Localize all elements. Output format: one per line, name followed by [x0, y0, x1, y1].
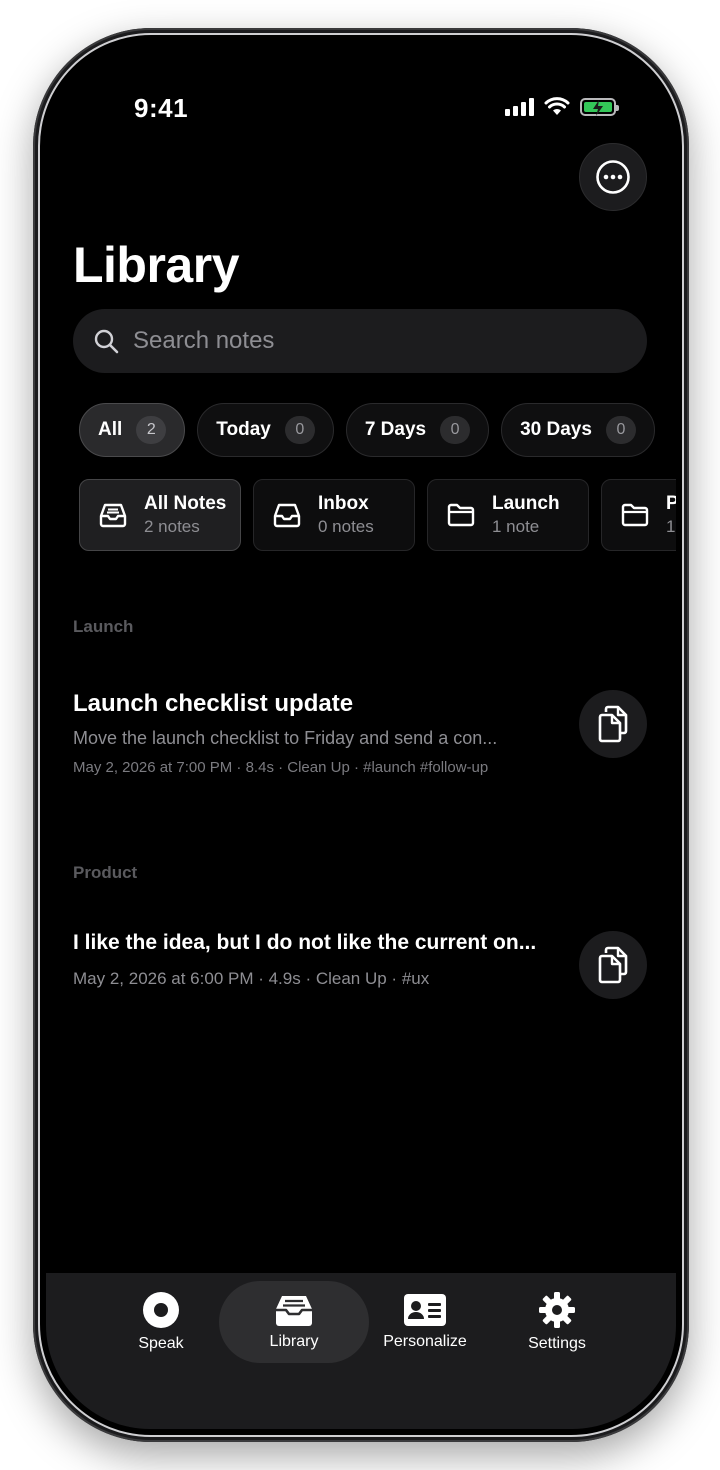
note-row[interactable]: Launch checklist update Move the launch …	[73, 690, 647, 780]
folder-icon	[621, 503, 649, 527]
note-title: Launch checklist update	[73, 690, 354, 717]
filter-chip-count: 0	[605, 416, 636, 444]
ellipsis-circle-icon	[596, 160, 630, 194]
tray-icon	[99, 503, 127, 528]
gear-icon	[539, 1292, 575, 1328]
folder-cards: All Notes 2 notes Inbox 0 notes Launch 1…	[79, 479, 676, 551]
status-icons	[505, 97, 619, 116]
section-header-product: Product	[73, 863, 138, 882]
note-row[interactable]: I like the idea, but I do not like the c…	[73, 931, 647, 1011]
filter-chip-count: 0	[440, 416, 471, 444]
filter-chip-label: 7 Days	[364, 419, 427, 440]
tray-icon	[273, 503, 301, 528]
filter-chip-label: All	[98, 419, 123, 440]
note-metadata: May 2, 2026 at 6:00 PM · 4.9s · Clean Up…	[73, 969, 430, 988]
folder-card-all-notes[interactable]: All Notes 2 notes	[79, 479, 241, 551]
folder-name: Inbox	[318, 493, 369, 514]
tab-label: Settings	[528, 1335, 586, 1352]
phone-frame: 9:41 Library Search notes All 2 Today 0 …	[33, 28, 689, 1442]
tab-bar: Speak Library Personalize Settings	[46, 1273, 676, 1429]
tab-label: Library	[269, 1333, 319, 1350]
tab-personalize[interactable]: Personalize	[350, 1281, 500, 1363]
more-options-button[interactable]	[579, 143, 647, 211]
note-preview: Move the launch checklist to Friday and …	[73, 728, 498, 748]
folder-note-count: 2 notes	[144, 517, 200, 536]
filter-chip-all[interactable]: All 2	[79, 403, 186, 457]
date-filter-chips: All 2 Today 0 7 Days 0 30 Days 0	[79, 403, 655, 457]
tab-settings[interactable]: Settings	[482, 1281, 632, 1363]
folder-icon	[447, 503, 475, 527]
folder-note-count: 1 note	[492, 517, 540, 536]
battery-icon	[580, 97, 619, 116]
folder-note-count: 1	[666, 517, 676, 536]
tab-speak[interactable]: Speak	[86, 1281, 236, 1363]
search-input[interactable]	[131, 326, 595, 356]
filter-chip-today[interactable]: Today 0	[197, 403, 334, 457]
tab-library[interactable]: Library	[219, 1281, 369, 1363]
section-header-launch: Launch	[73, 617, 134, 636]
screen: 9:41 Library Search notes All 2 Today 0 …	[46, 41, 676, 1429]
folder-name: P	[666, 493, 676, 514]
tab-label: Personalize	[383, 1333, 467, 1350]
tab-label: Speak	[138, 1335, 184, 1352]
note-title: I like the idea, but I do not like the c…	[73, 931, 537, 954]
copy-icon	[598, 705, 628, 743]
search-icon	[94, 329, 119, 354]
filter-chip-count: 0	[284, 416, 315, 444]
cellular-signal-icon	[505, 97, 534, 116]
filter-chip-30-days[interactable]: 30 Days 0	[501, 403, 655, 457]
folder-name: Launch	[492, 493, 560, 514]
filter-chip-count: 2	[136, 416, 167, 444]
filter-chip-label: Today	[216, 419, 271, 440]
folder-card-inbox[interactable]: Inbox 0 notes	[253, 479, 415, 551]
note-metadata: May 2, 2026 at 7:00 PM · 8.4s · Clean Up…	[73, 759, 489, 776]
record-icon	[143, 1292, 179, 1328]
copy-icon	[598, 946, 628, 984]
search-bar[interactable]	[73, 309, 647, 373]
filter-chip-7-days[interactable]: 7 Days 0	[345, 403, 490, 457]
tray-icon	[276, 1296, 312, 1326]
wifi-icon	[544, 97, 570, 115]
status-time: 9:41	[134, 93, 189, 123]
contact-card-icon	[404, 1294, 446, 1326]
folder-card-product[interactable]: P 1	[601, 479, 676, 551]
folder-note-count: 0 notes	[318, 517, 374, 536]
copy-note-button[interactable]	[579, 931, 647, 999]
filter-chip-label: 30 Days	[520, 419, 592, 440]
page-title: Library	[73, 237, 240, 293]
copy-note-button[interactable]	[579, 690, 647, 758]
folder-card-launch[interactable]: Launch 1 note	[427, 479, 589, 551]
folder-name: All Notes	[144, 493, 227, 514]
